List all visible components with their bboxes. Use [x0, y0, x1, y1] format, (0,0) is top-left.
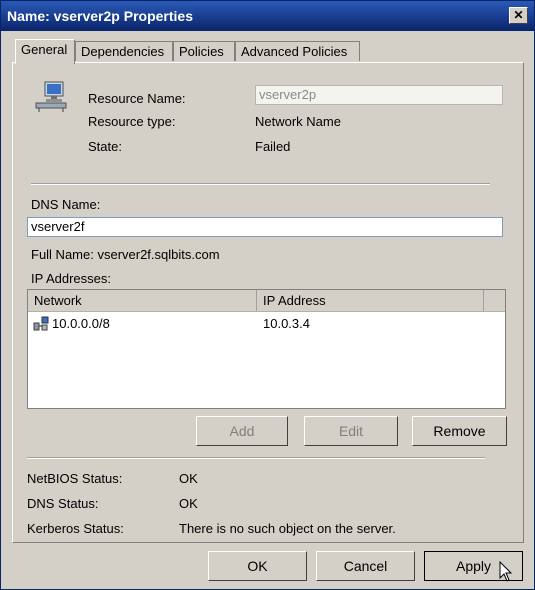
column-header-ip-address[interactable]: IP Address: [257, 290, 484, 311]
ok-button[interactable]: OK: [208, 551, 307, 581]
tab-general[interactable]: General: [15, 39, 75, 64]
network-name-resource-icon: [35, 81, 67, 112]
window-title: Name: vserver2p Properties: [7, 8, 193, 24]
mouse-pointer-icon: [499, 561, 513, 582]
column-header-network-label: Network: [34, 293, 82, 308]
network-icon: [33, 316, 49, 331]
close-icon: ✕: [513, 8, 524, 22]
dns-status-value: OK: [179, 496, 198, 511]
table-row[interactable]: 10.0.0.0/8 10.0.3.4: [28, 312, 505, 334]
state-label: State:: [88, 139, 122, 154]
resource-name-label: Resource Name:: [88, 91, 186, 106]
column-header-network[interactable]: Network: [28, 290, 257, 311]
resource-type-label: Resource type:: [88, 114, 176, 129]
dns-status-label: DNS Status:: [27, 496, 99, 511]
title-bar[interactable]: Name: vserver2p Properties ✕: [1, 1, 534, 31]
state-value: Failed: [255, 139, 291, 154]
tab-policies-label: Policies: [179, 44, 224, 59]
netbios-status-label: NetBIOS Status:: [27, 471, 123, 486]
tab-general-label: General: [21, 42, 68, 57]
tab-policies[interactable]: Policies: [173, 41, 235, 61]
column-header-ip-address-label: IP Address: [263, 293, 326, 308]
remove-button[interactable]: Remove: [412, 416, 507, 446]
close-button[interactable]: ✕: [509, 7, 528, 24]
list-header: Network IP Address: [28, 290, 505, 312]
tab-dependencies-label: Dependencies: [81, 44, 165, 59]
tab-advanced-policies-label: Advanced Policies: [241, 44, 348, 59]
full-name-text: Full Name: vserver2f.sqlbits.com: [31, 247, 220, 262]
edit-button[interactable]: Edit: [304, 416, 398, 446]
divider: [31, 183, 490, 185]
add-button[interactable]: Add: [196, 416, 288, 446]
ip-address-list[interactable]: Network IP Address 10.0.0.0/8 10.0.3.4: [27, 289, 506, 409]
properties-dialog: Name: vserver2p Properties ✕ General Dep…: [0, 0, 535, 590]
dns-name-input[interactable]: vserver2f: [27, 217, 503, 237]
ip-addresses-label: IP Addresses:: [31, 271, 111, 286]
netbios-status-value: OK: [179, 471, 198, 486]
kerberos-status-value: There is no such object on the server.: [179, 521, 396, 536]
resource-name-field: vserver2p: [255, 85, 503, 105]
tab-advanced-policies[interactable]: Advanced Policies: [235, 41, 360, 61]
resource-type-value: Network Name: [255, 114, 341, 129]
row-network: 10.0.0.0/8: [52, 316, 110, 331]
tab-dependencies[interactable]: Dependencies: [75, 41, 173, 61]
row-ip-address: 10.0.3.4: [263, 316, 310, 331]
cancel-button[interactable]: Cancel: [316, 551, 415, 581]
kerberos-status-label: Kerberos Status:: [27, 521, 124, 536]
divider: [27, 457, 485, 459]
dns-name-label: DNS Name:: [31, 197, 101, 212]
